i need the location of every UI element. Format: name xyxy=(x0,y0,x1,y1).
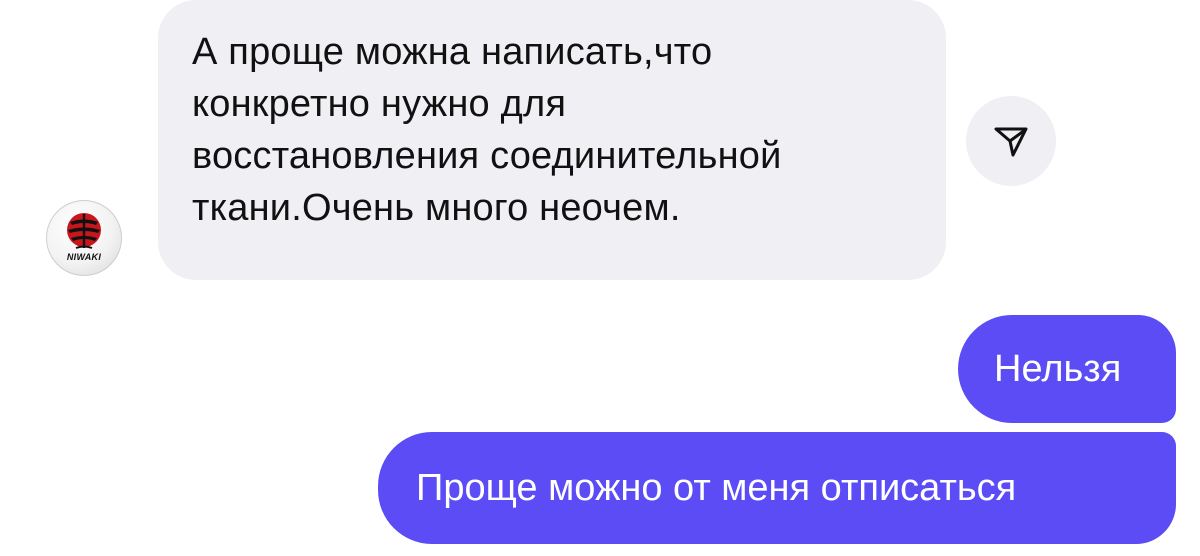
outgoing-message-bubble[interactable]: Нельзя xyxy=(958,315,1176,423)
niwaki-logo-icon xyxy=(67,213,101,249)
avatar-logo-text: NIWAKI xyxy=(66,252,102,262)
outgoing-message-bubble[interactable]: Проще можно от меня отписаться xyxy=(378,432,1176,544)
avatar[interactable]: NIWAKI xyxy=(46,200,122,276)
outgoing-message-text: Проще можно от меня отписаться xyxy=(416,467,1017,509)
incoming-message-line: восстановления соединительной xyxy=(192,135,782,177)
incoming-message-bubble[interactable]: А проще можна написать,что конкретно нуж… xyxy=(158,0,946,280)
outgoing-message-text: Нельзя xyxy=(994,348,1122,390)
send-icon xyxy=(994,127,1028,157)
share-button[interactable] xyxy=(966,96,1056,186)
incoming-message-line: А проще можна написать,что xyxy=(192,31,713,73)
incoming-message-line: конкретно нужно для xyxy=(192,83,567,125)
incoming-message-line: ткани.Очень много неочем. xyxy=(192,187,681,229)
chat-thread: NIWAKI А проще можна написать,что конкре… xyxy=(0,0,1200,556)
